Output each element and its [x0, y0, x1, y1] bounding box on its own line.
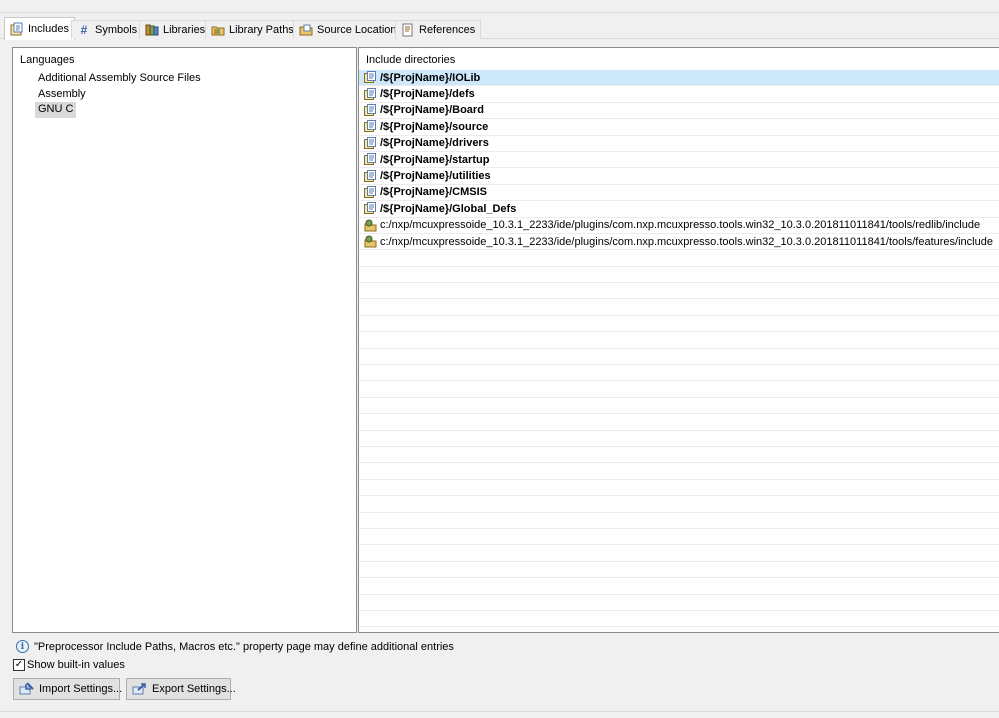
tab-source-location[interactable]: Source Location — [293, 20, 403, 39]
include-path: /${ProjName}/utilities — [380, 170, 491, 183]
empty-row — [359, 267, 999, 284]
export-settings-label: Export Settings... — [152, 683, 236, 695]
library-paths-icon — [211, 23, 225, 37]
include-path: /${ProjName}/drivers — [380, 137, 489, 150]
empty-row — [359, 595, 999, 611]
hash-icon: # — [80, 23, 88, 37]
include-path: c:/nxp/mcuxpressoide_10.3.1_2233/ide/plu… — [380, 235, 993, 248]
include-row[interactable]: /${ProjName}/startup — [359, 152, 999, 169]
builtin-folder-icon — [364, 219, 377, 232]
empty-row — [359, 513, 999, 529]
tab-label: References — [419, 24, 476, 36]
include-path: /${ProjName}/CMSIS — [380, 186, 487, 199]
empty-row — [359, 480, 999, 497]
tab-includes[interactable]: Includes — [4, 17, 75, 40]
references-icon — [401, 23, 415, 37]
empty-row — [359, 463, 999, 480]
info-text: "Preprocessor Include Paths, Macros etc.… — [34, 640, 454, 653]
import-settings-button[interactable]: Import Settings... — [13, 678, 123, 700]
empty-row — [359, 316, 999, 333]
info-line: i "Preprocessor Include Paths, Macros et… — [16, 640, 454, 653]
include-path: /${ProjName}/defs — [380, 88, 475, 101]
import-settings-label: Import Settings... — [39, 683, 123, 695]
empty-row — [359, 250, 999, 267]
import-icon — [19, 682, 35, 696]
include-row[interactable]: /${ProjName}/Board — [359, 103, 999, 120]
tab-label: Symbols — [95, 24, 138, 36]
empty-row — [359, 349, 999, 366]
languages-title: Languages — [20, 54, 75, 66]
empty-row — [359, 562, 999, 579]
empty-row — [359, 398, 999, 415]
include-path: /${ProjName}/startup — [380, 153, 490, 166]
builtin-folder-icon — [364, 235, 377, 248]
empty-row — [359, 332, 999, 349]
languages-list: Additional Assembly Source Files Assembl… — [35, 71, 204, 118]
include-row[interactable]: /${ProjName}/Global_Defs — [359, 201, 999, 218]
include-path: /${ProjName}/Board — [380, 104, 484, 117]
includes-icon — [10, 22, 24, 36]
empty-row — [359, 447, 999, 464]
workspace-folder-icon — [364, 87, 377, 101]
footer-divider — [0, 711, 999, 712]
include-row[interactable]: /${ProjName}/drivers — [359, 136, 999, 152]
tab-library-paths[interactable]: Library Paths — [205, 20, 300, 39]
include-path: /${ProjName}/source — [380, 120, 489, 133]
info-icon: i — [16, 640, 29, 653]
include-path: /${ProjName}/Global_Defs — [380, 202, 517, 215]
language-item-selected[interactable]: GNU C — [35, 102, 77, 118]
tab-label: Source Location — [317, 24, 397, 36]
include-row[interactable]: c:/nxp/mcuxpressoide_10.3.1_2233/ide/plu… — [359, 234, 999, 251]
export-settings-button[interactable]: Export Settings... — [126, 678, 236, 700]
tab-bar: Includes # Symbols Libraries Library Pat… — [0, 17, 999, 40]
workspace-folder-icon — [364, 185, 377, 199]
tab-references[interactable]: References — [395, 20, 482, 39]
empty-row — [359, 578, 999, 595]
include-row[interactable]: /${ProjName}/defs — [359, 86, 999, 103]
workspace-folder-icon — [364, 120, 377, 133]
empty-row — [359, 365, 999, 382]
empty-row — [359, 431, 999, 447]
show-builtin-label: Show built-in values — [27, 659, 125, 671]
include-row[interactable]: /${ProjName}/CMSIS — [359, 185, 999, 202]
workspace-folder-icon — [364, 202, 377, 215]
workspace-folder-icon — [364, 103, 377, 117]
show-builtin-checkbox[interactable]: ✓ — [13, 659, 25, 671]
tab-label: Includes — [28, 23, 69, 35]
empty-row — [359, 545, 999, 562]
include-row[interactable]: /${ProjName}/IOLib — [359, 70, 999, 87]
libraries-icon — [145, 23, 159, 37]
language-item[interactable]: Assembly — [35, 87, 204, 103]
include-row[interactable]: /${ProjName}/utilities — [359, 168, 999, 185]
tab-symbols[interactable]: # Symbols — [71, 20, 144, 39]
empty-row — [359, 611, 999, 628]
workspace-folder-icon — [364, 136, 377, 150]
workspace-folder-icon — [364, 71, 377, 84]
include-path: c:/nxp/mcuxpressoide_10.3.1_2233/ide/plu… — [380, 219, 981, 232]
include-directories-list: /${ProjName}/IOLib /${ProjName}/defs /${Pr… — [359, 70, 999, 628]
workspace-folder-icon — [364, 153, 377, 166]
include-row[interactable]: /${ProjName}/source — [359, 119, 999, 136]
empty-row — [359, 299, 999, 316]
empty-row — [359, 496, 999, 513]
empty-row — [359, 529, 999, 546]
empty-row — [359, 414, 999, 431]
export-icon — [132, 682, 148, 696]
workspace-folder-icon — [364, 169, 377, 183]
languages-panel: Languages Additional Assembly Source Fil… — [12, 47, 357, 633]
empty-row — [359, 283, 999, 300]
empty-row — [359, 381, 999, 398]
source-location-icon — [299, 23, 313, 37]
language-item[interactable]: Additional Assembly Source Files — [35, 71, 204, 87]
tab-label: Libraries — [163, 24, 206, 36]
include-directories-title: Include directories — [366, 54, 456, 66]
tab-label: Library Paths — [229, 24, 294, 36]
include-row[interactable]: c:/nxp/mcuxpressoide_10.3.1_2233/ide/plu… — [359, 218, 999, 234]
show-builtin-checkbox-row[interactable]: ✓ Show built-in values — [13, 659, 125, 671]
tab-libraries[interactable]: Libraries — [139, 20, 212, 39]
include-directories-panel: Include directories /${ProjName}/IOLib/$… — [358, 47, 999, 633]
top-strip — [0, 0, 999, 13]
include-path: /${ProjName}/IOLib — [380, 71, 481, 84]
